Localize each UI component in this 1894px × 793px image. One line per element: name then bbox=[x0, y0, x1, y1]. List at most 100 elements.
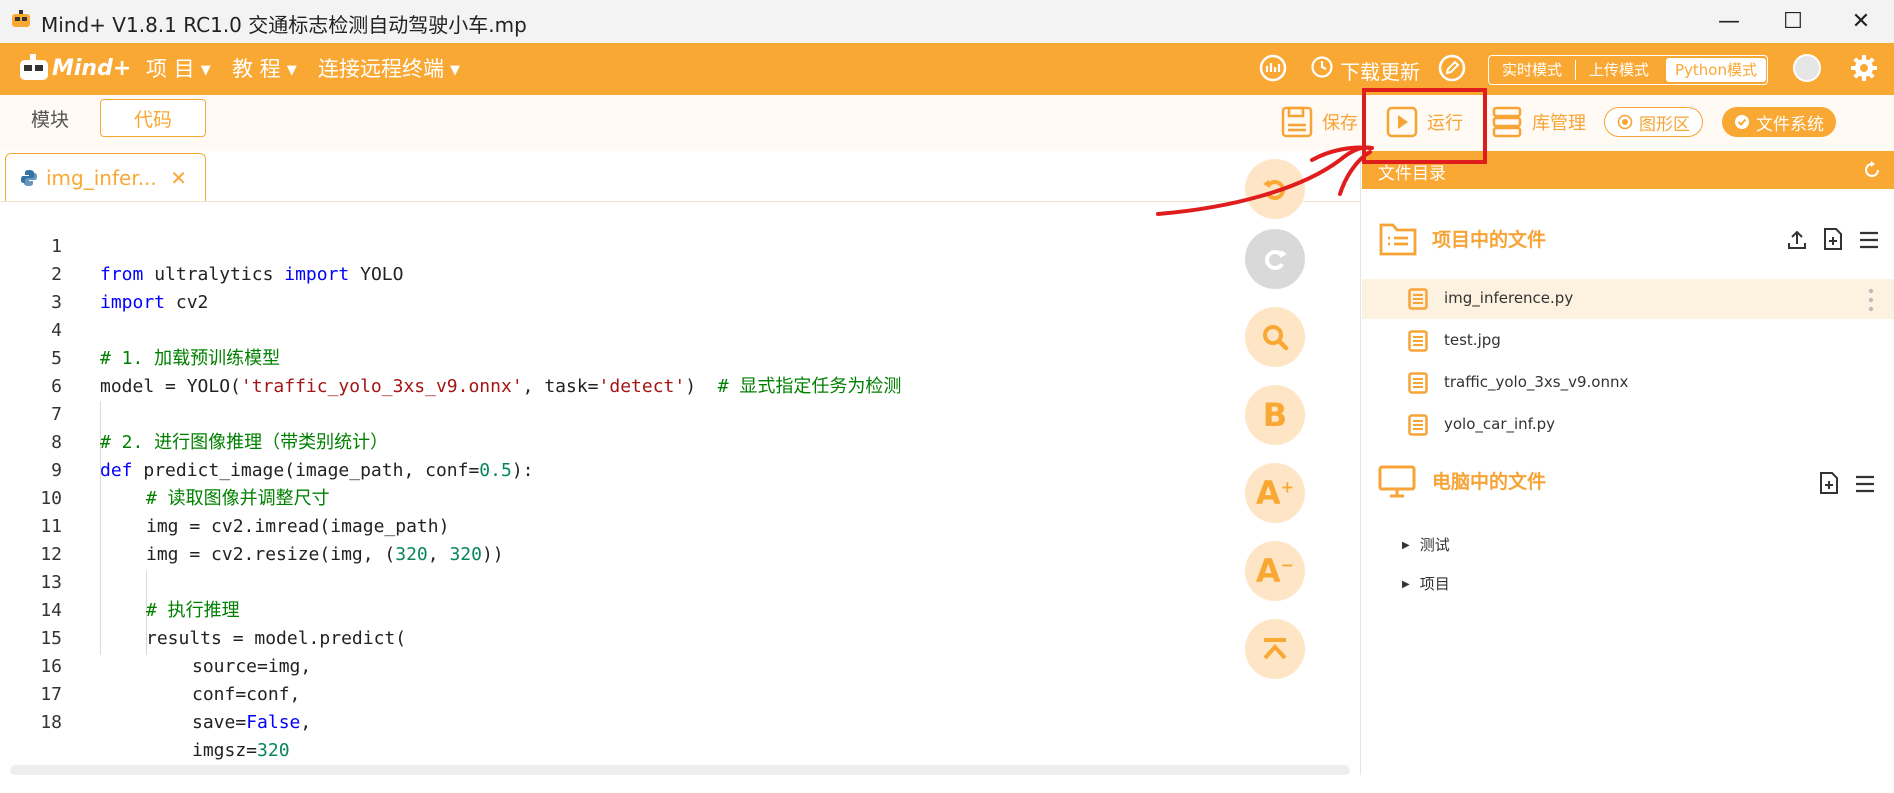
menu-icon[interactable] bbox=[1854, 475, 1876, 493]
mode-realtime[interactable]: 实时模式 bbox=[1489, 56, 1575, 84]
project-files-title: 项目中的文件 bbox=[1432, 229, 1547, 251]
upload-icon[interactable] bbox=[1786, 229, 1808, 251]
file-icon bbox=[1408, 372, 1428, 394]
file-icon bbox=[1408, 330, 1428, 352]
new-file-icon[interactable] bbox=[1822, 227, 1844, 251]
minimize-button[interactable]: — bbox=[1696, 0, 1762, 43]
database-icon bbox=[1492, 106, 1522, 138]
new-file-icon[interactable] bbox=[1818, 471, 1840, 495]
format-code-button[interactable]: B bbox=[1245, 385, 1305, 445]
file-name: test.jpg bbox=[1444, 331, 1501, 349]
mode-upload[interactable]: 上传模式 bbox=[1576, 56, 1662, 84]
code-number: 320 bbox=[257, 740, 290, 761]
gear-icon[interactable] bbox=[1849, 53, 1879, 83]
graphics-area-label: 图形区 bbox=[1639, 114, 1690, 135]
file-row-img-inference[interactable]: img_inference.py bbox=[1362, 279, 1894, 319]
library-manager-button[interactable]: 库管理 bbox=[1490, 105, 1586, 139]
horizontal-scrollbar[interactable] bbox=[10, 765, 1350, 775]
save-label: 保存 bbox=[1322, 113, 1358, 134]
code-line: 8 def predict_image(image_path, conf=0.5… bbox=[0, 401, 1230, 481]
close-tab-icon[interactable]: ✕ bbox=[170, 166, 187, 190]
scroll-top-button[interactable] bbox=[1245, 619, 1305, 679]
file-icon bbox=[1408, 414, 1428, 436]
code-line: 12 bbox=[0, 513, 1230, 565]
format-icon: B bbox=[1262, 396, 1288, 434]
font-increase-button[interactable]: A+ bbox=[1245, 463, 1305, 523]
code-line: 3 bbox=[0, 261, 1230, 313]
code-line: 11 img = cv2.resize(img, (320, 320)) bbox=[0, 485, 1230, 565]
save-button[interactable]: 保存 bbox=[1280, 105, 1358, 139]
code-line: 4 # 1. 加载预训练模型 bbox=[0, 289, 1230, 369]
search-icon bbox=[1263, 325, 1289, 351]
close-window-button[interactable]: ✕ bbox=[1828, 0, 1894, 43]
tab-blocks[interactable]: 模块 bbox=[0, 99, 100, 137]
folder-list-icon bbox=[1379, 223, 1417, 256]
file-system-label: 文件系统 bbox=[1756, 114, 1824, 135]
window-title: Mind+ V1.8.1 RC1.0 交通标志检测自动驾驶小车.mp bbox=[41, 13, 527, 37]
code-line: 6 bbox=[0, 345, 1230, 397]
download-update-button[interactable]: 下载更新 bbox=[1340, 56, 1420, 85]
clock-history-icon bbox=[1311, 56, 1333, 78]
code-line: 15 source=img, bbox=[0, 597, 1230, 677]
mode-switcher: 实时模式 上传模式 Python模式 bbox=[1488, 55, 1768, 85]
code-line: 14 results = model.predict( bbox=[0, 569, 1230, 649]
computer-files-title: 电脑中的文件 bbox=[1432, 471, 1547, 493]
file-tab-label: img_infer... bbox=[46, 165, 157, 190]
menu-icon[interactable] bbox=[1858, 231, 1880, 249]
more-vertical-icon[interactable] bbox=[1868, 287, 1874, 313]
save-icon bbox=[1281, 106, 1313, 138]
file-row-test-jpg[interactable]: test.jpg bbox=[1362, 321, 1894, 361]
radio-icon bbox=[1617, 114, 1633, 130]
editor-toolbar: 模块 代码 保存 运行 库管理 图形区 文件系统 bbox=[0, 95, 1894, 151]
refresh-icon[interactable] bbox=[1862, 160, 1882, 180]
monitor-icon bbox=[1378, 465, 1416, 498]
file-system-toggle[interactable]: 文件系统 bbox=[1722, 107, 1836, 137]
annotation-highlight-box bbox=[1362, 88, 1487, 164]
menu-remote-terminal-label: 连接远程终端 bbox=[318, 57, 444, 81]
tab-code[interactable]: 代码 bbox=[100, 99, 206, 137]
file-row-onnx[interactable]: traffic_yolo_3xs_v9.onnx bbox=[1362, 363, 1894, 403]
code-line: 7 # 2. 进行图像推理（带类别统计） bbox=[0, 373, 1230, 453]
collapse-top-icon bbox=[1263, 638, 1287, 660]
maximize-button[interactable]: ☐ bbox=[1760, 0, 1826, 43]
file-name: yolo_car_inf.py bbox=[1444, 415, 1556, 433]
tree-item-project[interactable]: ▶ 项目 bbox=[1402, 573, 1450, 594]
search-button[interactable] bbox=[1245, 307, 1305, 367]
menu-tutorial[interactable]: 教 程 ▼ bbox=[232, 53, 297, 83]
menu-project[interactable]: 项 目 ▼ bbox=[146, 53, 211, 83]
code-line: 2 import cv2 bbox=[0, 233, 1230, 313]
menu-tutorial-label: 教 程 bbox=[232, 57, 281, 81]
menu-remote-terminal[interactable]: 连接远程终端 ▼ bbox=[318, 53, 460, 83]
dashboard-icon[interactable] bbox=[1258, 53, 1288, 83]
library-manager-label: 库管理 bbox=[1532, 113, 1586, 134]
code-line: 10 img = cv2.imread(image_path) bbox=[0, 457, 1230, 537]
file-icon bbox=[1408, 288, 1428, 310]
caret-down-icon: ▼ bbox=[450, 62, 460, 78]
tree-item-test[interactable]: ▶ 测试 bbox=[1402, 534, 1450, 555]
mindplus-app-icon bbox=[12, 10, 30, 27]
undo-icon bbox=[1263, 180, 1285, 200]
file-row-yolo-car-inf[interactable]: yolo_car_inf.py bbox=[1362, 405, 1894, 445]
code-line: 16 conf=conf, bbox=[0, 625, 1230, 705]
expand-triangle-icon: ▶ bbox=[1402, 540, 1410, 551]
mode-python[interactable]: Python模式 bbox=[1666, 58, 1766, 82]
menu-project-label: 项 目 bbox=[146, 57, 195, 81]
code-line: 17 save=False, bbox=[0, 653, 1230, 733]
code-line: 5 model = YOLO('traffic_yolo_3xs_v9.onnx… bbox=[0, 317, 1230, 397]
code-token: imgsz= bbox=[192, 740, 258, 761]
caret-down-icon: ▼ bbox=[286, 62, 297, 78]
tree-item-label: 测试 bbox=[1419, 536, 1450, 554]
redo-button[interactable] bbox=[1245, 229, 1305, 289]
redo-icon bbox=[1265, 250, 1287, 270]
undo-button[interactable] bbox=[1245, 159, 1305, 219]
edit-circle-icon[interactable] bbox=[1437, 53, 1467, 83]
check-circle-icon bbox=[1735, 115, 1749, 129]
menu-bar: Mind+ 项 目 ▼ 教 程 ▼ 连接远程终端 ▼ 下载更新 实时模式 上传模式 P… bbox=[0, 43, 1894, 95]
expand-triangle-icon: ▶ bbox=[1402, 579, 1410, 590]
title-bar: Mind+ V1.8.1 RC1.0 交通标志检测自动驾驶小车.mp — ☐ ✕ bbox=[0, 0, 1894, 43]
file-tab-img-inference[interactable]: img_infer... ✕ bbox=[5, 153, 206, 201]
user-avatar[interactable] bbox=[1793, 54, 1821, 82]
mindplus-logo: Mind+ bbox=[18, 52, 131, 86]
graphics-area-toggle[interactable]: 图形区 bbox=[1604, 107, 1703, 137]
font-decrease-button[interactable]: A− bbox=[1245, 541, 1305, 601]
